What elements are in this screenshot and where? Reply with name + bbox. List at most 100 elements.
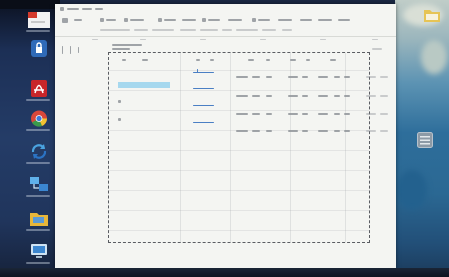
computer-icon[interactable] <box>29 243 49 260</box>
table-header-cell <box>248 59 254 61</box>
side-cell-value <box>380 95 388 97</box>
gridline <box>180 53 181 242</box>
toolbar-item <box>134 29 148 31</box>
table-cell-value <box>334 76 340 78</box>
ribbon-tab <box>252 18 256 22</box>
ribbon-tab <box>182 19 196 21</box>
ribbon-tab <box>100 18 104 22</box>
table-cell-value <box>302 113 308 115</box>
shield-icon[interactable] <box>29 40 49 57</box>
gridline <box>109 110 369 111</box>
ribbon-tab <box>158 18 162 22</box>
wallpaper-water <box>397 170 427 210</box>
ribbon-divider <box>55 36 396 37</box>
table-header-cell <box>142 59 148 61</box>
screen-bezel-top <box>0 0 60 9</box>
ribbon-tab <box>278 19 292 21</box>
side-cell-value <box>366 95 376 97</box>
ribbon-tab <box>208 19 220 21</box>
table-cell-value <box>252 95 260 97</box>
table-header-cell <box>210 59 214 61</box>
toolbar-item <box>180 29 196 31</box>
gridline <box>109 170 369 171</box>
column-header <box>372 39 378 40</box>
toolbar-item <box>100 29 130 31</box>
table-cell-value <box>266 95 272 97</box>
ribbon-tab <box>62 18 68 23</box>
network-icon[interactable] <box>29 176 49 193</box>
gridline <box>290 53 291 242</box>
desktop-icon-label <box>26 262 50 264</box>
table-cell-value <box>302 95 308 97</box>
table-cell-value <box>334 95 340 97</box>
side-cell-value <box>366 76 376 78</box>
gridline <box>345 53 346 242</box>
ribbon-tab <box>318 19 332 21</box>
ribbon-tab <box>74 19 82 21</box>
desktop-icon-label <box>26 229 50 231</box>
window-grid-icon[interactable] <box>417 132 433 148</box>
ribbon-tab <box>202 18 206 22</box>
selected-cell[interactable] <box>118 82 170 88</box>
table-cell-value <box>252 76 260 78</box>
column-header <box>200 39 206 40</box>
row-header-mark <box>78 47 79 53</box>
ribbon-tab <box>300 19 312 21</box>
desktop-icon-label <box>26 99 50 101</box>
table-cell-value <box>318 76 328 78</box>
gridline <box>109 230 369 231</box>
gridline <box>109 90 369 91</box>
table-cell-value <box>302 76 308 78</box>
table-cell-value <box>236 76 248 78</box>
table-cell-value <box>236 113 248 115</box>
title-bar-text <box>82 8 92 10</box>
title-bar-text <box>67 8 79 10</box>
desktop-icon-label <box>26 195 50 197</box>
gridline <box>109 130 369 131</box>
table-header-cell <box>330 59 336 61</box>
table-cell-value <box>318 95 328 97</box>
desktop-icon-label <box>26 30 50 32</box>
toolbar-item <box>152 29 174 31</box>
table-cell-value <box>252 113 260 115</box>
row-header-mark <box>62 46 63 54</box>
table-header-cell <box>266 59 270 61</box>
row-header-mark <box>70 46 71 54</box>
table-cell-value <box>236 95 248 97</box>
table-cell-value <box>334 113 340 115</box>
toolbar-item <box>236 29 258 31</box>
column-header <box>92 39 98 40</box>
title-bar-text <box>60 7 64 11</box>
gridline <box>109 150 369 151</box>
app-window-icon[interactable] <box>28 12 50 28</box>
column-header <box>140 39 146 40</box>
row-marker <box>118 118 121 121</box>
side-cell-value <box>380 76 388 78</box>
table-header-cell <box>306 59 310 61</box>
toolbar-item <box>222 29 232 31</box>
ribbon-tab <box>130 19 144 21</box>
ribbon-tab <box>338 19 350 21</box>
wallpaper-shore <box>421 40 447 74</box>
gridline <box>109 190 369 191</box>
table-cell-value <box>266 76 272 78</box>
ribbon-tab <box>106 19 116 21</box>
column-header <box>260 39 266 40</box>
table-header-cell <box>196 59 200 61</box>
table-cell-value <box>266 113 272 115</box>
folder-icon[interactable] <box>29 210 49 227</box>
pdf-reader-icon[interactable] <box>29 80 49 97</box>
desktop-icon-label <box>26 162 50 164</box>
ribbon-tab <box>164 19 176 21</box>
sheet-heading-text <box>112 44 142 46</box>
side-cell-value <box>366 113 376 115</box>
sync-icon[interactable] <box>29 143 49 160</box>
screen-bezel-bottom <box>0 268 449 277</box>
folder-icon[interactable] <box>423 8 441 23</box>
desktop-icon-label <box>26 129 50 131</box>
side-cell-value <box>380 130 388 132</box>
chrome-icon[interactable] <box>29 110 49 127</box>
ribbon-tab <box>124 18 128 22</box>
row-marker <box>118 100 121 103</box>
side-note <box>372 48 382 50</box>
